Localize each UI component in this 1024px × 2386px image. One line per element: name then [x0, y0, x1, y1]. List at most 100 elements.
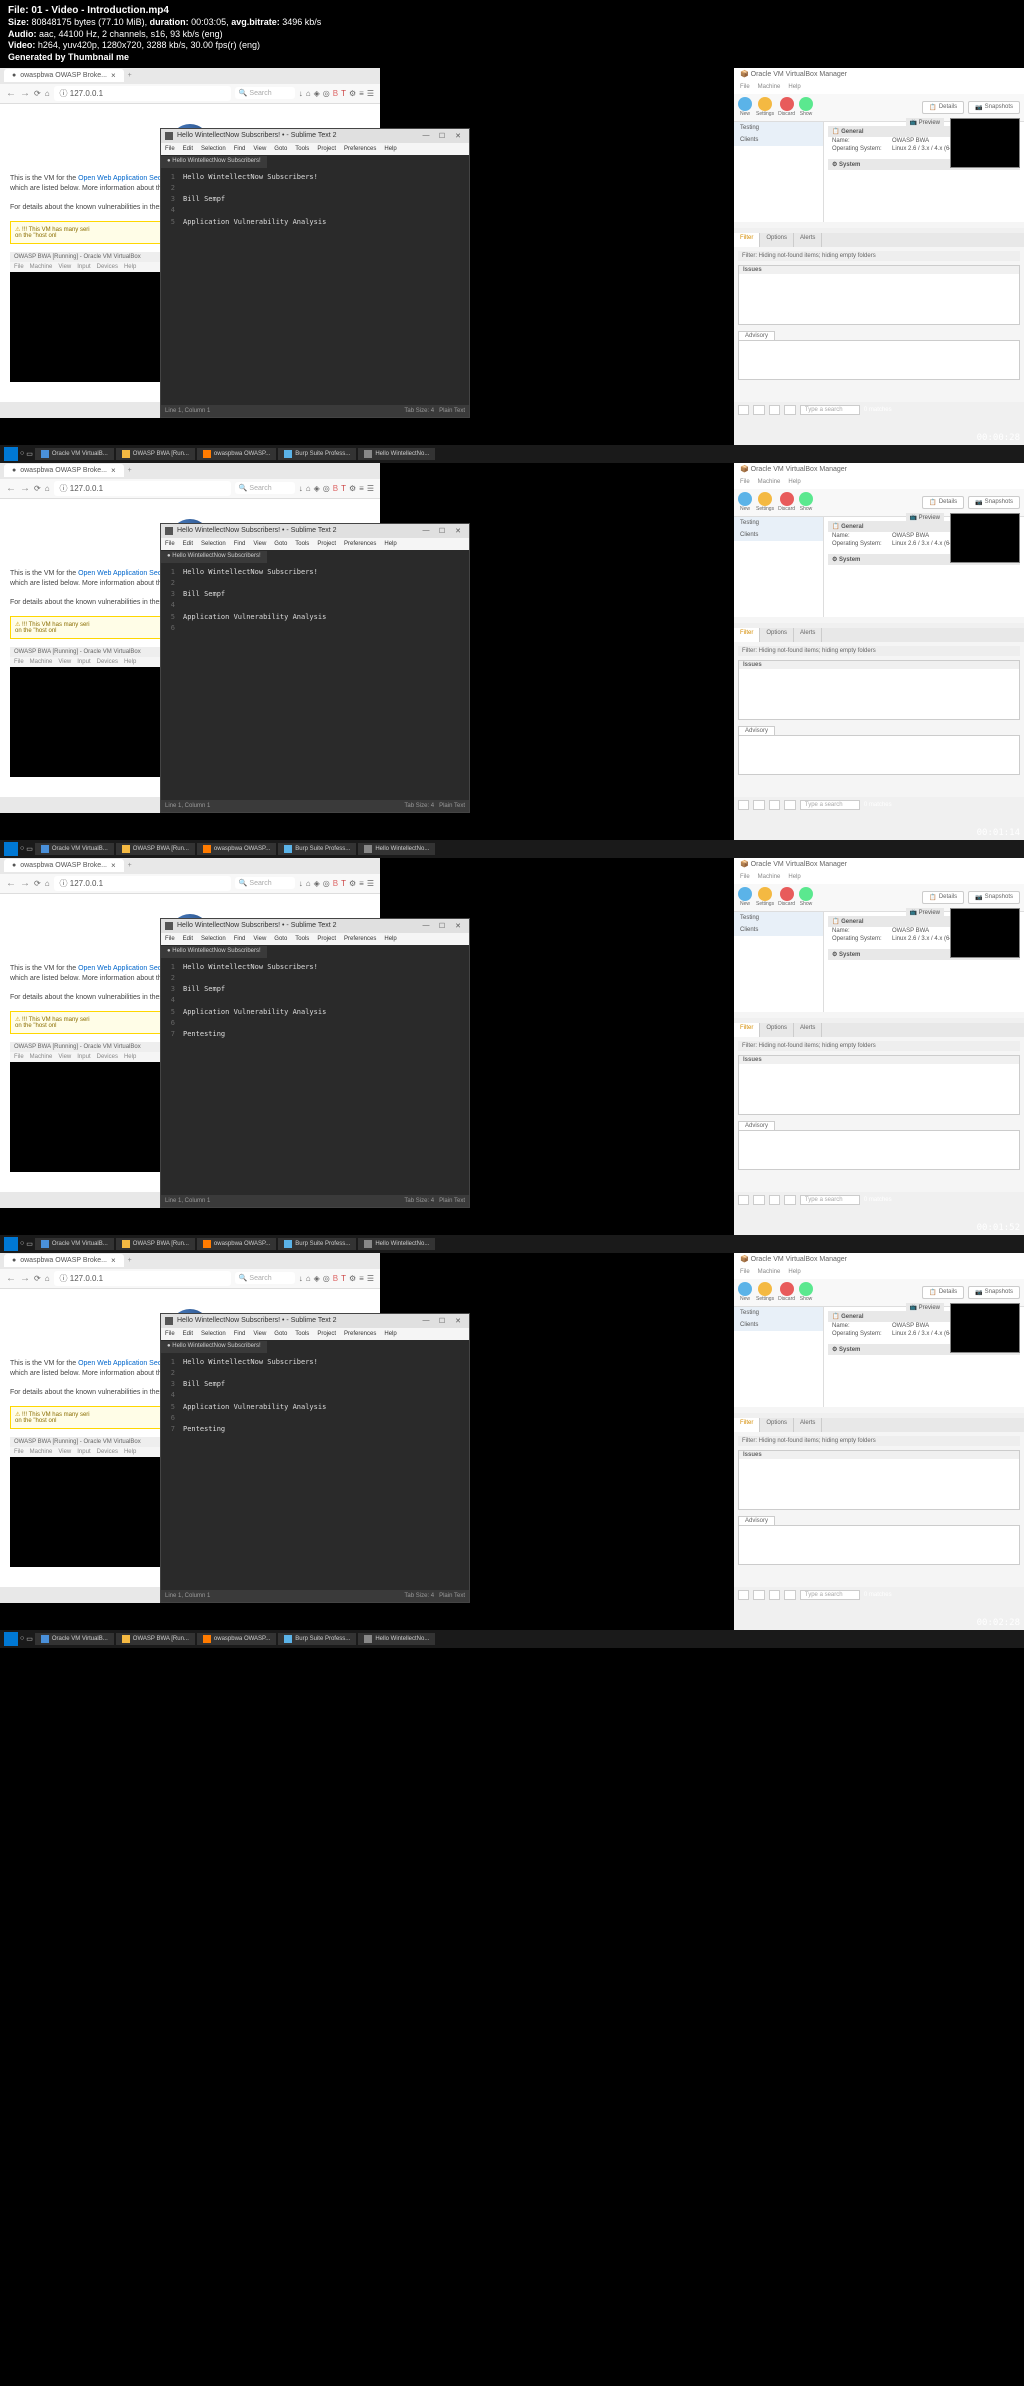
- editor-tab[interactable]: ● Hello WintellectNow Subscribers!: [161, 156, 267, 168]
- alerts-tab[interactable]: Alerts: [794, 1418, 822, 1432]
- shield-icon[interactable]: ◈: [314, 879, 320, 888]
- filter-bar[interactable]: Filter: Hiding not-found items; hiding e…: [738, 646, 1020, 656]
- nav-last-button[interactable]: >: [784, 1195, 796, 1205]
- close-icon[interactable]: ×: [111, 1256, 116, 1265]
- menu-item[interactable]: Help: [788, 479, 800, 487]
- menu-item[interactable]: Preferences: [344, 541, 376, 547]
- menu-item[interactable]: Devices: [97, 1449, 118, 1455]
- show-button[interactable]: Show: [799, 887, 813, 907]
- bars-icon[interactable]: ≡: [359, 484, 364, 493]
- menu-item[interactable]: Preferences: [344, 1331, 376, 1337]
- bold-icon[interactable]: B: [333, 879, 338, 888]
- new-tab-button[interactable]: +: [128, 862, 132, 869]
- vbox-titlebar[interactable]: 📦 Oracle VM VirtualBox Manager: [734, 858, 1024, 872]
- home-icon[interactable]: ⌂: [306, 89, 311, 98]
- discard-button[interactable]: Discard: [778, 97, 795, 117]
- forward-button[interactable]: →: [20, 878, 30, 889]
- details-button[interactable]: 📋Details: [922, 496, 964, 509]
- menu-item[interactable]: View: [253, 541, 266, 547]
- options-tab[interactable]: Options: [760, 233, 794, 247]
- bold-icon[interactable]: B: [333, 89, 338, 98]
- details-button[interactable]: 📋Details: [922, 891, 964, 904]
- menu-item[interactable]: Help: [124, 1054, 136, 1060]
- start-button[interactable]: [4, 1632, 18, 1646]
- vbox-titlebar[interactable]: 📦 Oracle VM VirtualBox Manager: [734, 1253, 1024, 1267]
- minimize-button[interactable]: —: [419, 131, 433, 141]
- menu-item[interactable]: File: [14, 264, 24, 270]
- taskbar-item[interactable]: owaspbwa OWASP...: [197, 1633, 276, 1645]
- browser-tab[interactable]: ●owaspbwa OWASP Broke...×: [4, 69, 124, 82]
- menu-item[interactable]: Help: [124, 1449, 136, 1455]
- minimize-button[interactable]: —: [419, 526, 433, 536]
- download-icon[interactable]: ↓: [299, 89, 303, 98]
- nav-prev-button[interactable]: <: [753, 1590, 765, 1600]
- sidebar-item[interactable]: Clients: [734, 1319, 823, 1331]
- bars-icon[interactable]: ≡: [359, 89, 364, 98]
- nav-first-button[interactable]: ?: [738, 1590, 749, 1600]
- sublime-titlebar[interactable]: Hello WintellectNow Subscribers! • - Sub…: [161, 919, 469, 933]
- filter-tab[interactable]: Filter: [734, 1418, 760, 1432]
- menu-item[interactable]: Input: [77, 1054, 90, 1060]
- filter-bar[interactable]: Filter: Hiding not-found items; hiding e…: [738, 251, 1020, 261]
- alerts-tab[interactable]: Alerts: [794, 233, 822, 247]
- sidebar-item[interactable]: Clients: [734, 134, 823, 146]
- editor-tab[interactable]: ● Hello WintellectNow Subscribers!: [161, 1341, 267, 1353]
- menu-item[interactable]: File: [740, 84, 750, 92]
- filter-tab[interactable]: Filter: [734, 628, 760, 642]
- start-button[interactable]: [4, 842, 18, 856]
- start-button[interactable]: [4, 447, 18, 461]
- menu-item[interactable]: Machine: [30, 1054, 53, 1060]
- menu-item[interactable]: Input: [77, 264, 90, 270]
- menu-item[interactable]: File: [14, 659, 24, 665]
- new-tab-button[interactable]: +: [128, 1257, 132, 1264]
- settings-button[interactable]: Settings: [756, 492, 774, 512]
- discard-button[interactable]: Discard: [778, 1282, 795, 1302]
- home-button[interactable]: ⌂: [45, 89, 50, 98]
- menu-item[interactable]: Selection: [201, 936, 226, 942]
- filter-tab[interactable]: Filter: [734, 1023, 760, 1037]
- taskbar-item[interactable]: Hello WintellectNo...: [358, 1238, 435, 1250]
- task-view-icon[interactable]: ▭: [26, 1635, 33, 1643]
- options-tab[interactable]: Options: [760, 1418, 794, 1432]
- nav-prev-button[interactable]: <: [753, 1195, 765, 1205]
- download-icon[interactable]: ↓: [299, 879, 303, 888]
- forward-button[interactable]: →: [20, 483, 30, 494]
- close-button[interactable]: ✕: [451, 921, 465, 931]
- close-icon[interactable]: ×: [111, 861, 116, 870]
- menu-item[interactable]: File: [14, 1054, 24, 1060]
- taskbar-item[interactable]: owaspbwa OWASP...: [197, 448, 276, 460]
- discard-button[interactable]: Discard: [778, 492, 795, 512]
- reload-button[interactable]: ⟳: [34, 89, 41, 98]
- url-bar[interactable]: ⓘ 127.0.0.1: [54, 876, 231, 891]
- nav-next-button[interactable]: +: [769, 800, 781, 810]
- menu-item[interactable]: Help: [384, 541, 396, 547]
- forward-button[interactable]: →: [20, 1273, 30, 1284]
- home-icon[interactable]: ⌂: [306, 484, 311, 493]
- advisory-tab[interactable]: Advisory: [738, 726, 775, 736]
- nav-prev-button[interactable]: <: [753, 800, 765, 810]
- menu-item[interactable]: Tools: [295, 541, 309, 547]
- nav-next-button[interactable]: +: [769, 405, 781, 415]
- target-icon[interactable]: ◎: [323, 484, 330, 493]
- menu-item[interactable]: Help: [788, 1269, 800, 1277]
- taskbar-item[interactable]: Oracle VM VirtualB...: [35, 843, 114, 855]
- menu-item[interactable]: File: [165, 1331, 175, 1337]
- alerts-tab[interactable]: Alerts: [794, 628, 822, 642]
- sidebar-item[interactable]: Testing: [734, 912, 823, 924]
- back-button[interactable]: ←: [6, 878, 16, 889]
- close-button[interactable]: ✕: [451, 131, 465, 141]
- menu-item[interactable]: Edit: [183, 146, 193, 152]
- gear-icon[interactable]: ⚙: [349, 879, 356, 888]
- reload-button[interactable]: ⟳: [34, 1274, 41, 1283]
- menu-icon[interactable]: ☰: [367, 879, 374, 888]
- maximize-button[interactable]: ☐: [435, 526, 449, 536]
- details-button[interactable]: 📋Details: [922, 101, 964, 114]
- menu-item[interactable]: Find: [234, 1331, 246, 1337]
- menu-item[interactable]: Project: [317, 1331, 336, 1337]
- filter-bar[interactable]: Filter: Hiding not-found items; hiding e…: [738, 1436, 1020, 1446]
- menu-item[interactable]: Preferences: [344, 146, 376, 152]
- nav-next-button[interactable]: +: [769, 1590, 781, 1600]
- menu-item[interactable]: Machine: [30, 1449, 53, 1455]
- taskbar-item[interactable]: Oracle VM VirtualB...: [35, 448, 114, 460]
- menu-item[interactable]: Selection: [201, 1331, 226, 1337]
